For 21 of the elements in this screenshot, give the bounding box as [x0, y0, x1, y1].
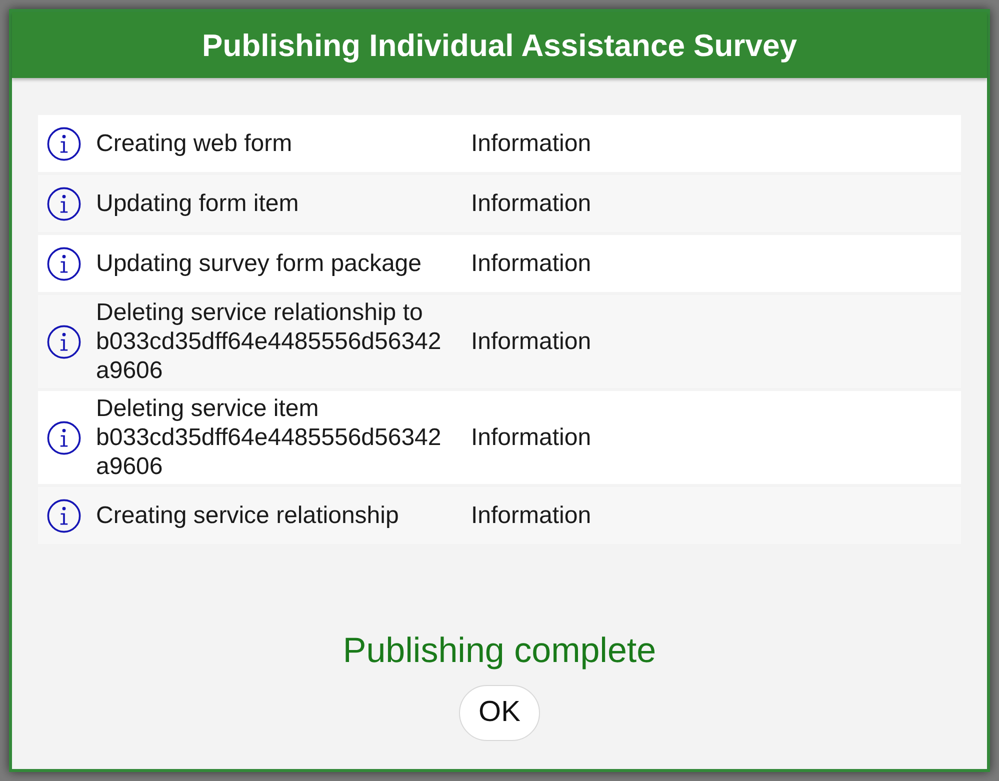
dialog-title: Publishing Individual Assistance Survey: [202, 30, 797, 60]
severity-text: Information: [471, 249, 592, 278]
status-text: Publishing complete: [342, 631, 656, 671]
severity-text: Information: [471, 129, 592, 158]
severity-text: Information: [471, 423, 592, 452]
info-icon: [47, 324, 81, 358]
message-text: Creating web form: [96, 129, 294, 158]
ok-button[interactable]: OK: [459, 685, 540, 741]
info-icon: [47, 246, 81, 280]
info-icon: [47, 186, 81, 220]
severity-text: Information: [471, 501, 592, 530]
message-text: Updating survey form package: [96, 249, 422, 278]
severity-text: Information: [471, 189, 592, 218]
message-text: Updating form item: [96, 189, 300, 218]
message-text: Deleting service relationship to b033cd35dff64e4485556d56342a9606: [96, 298, 442, 385]
info-icon: [47, 498, 81, 532]
info-icon: [47, 126, 81, 160]
info-icon: [47, 420, 81, 454]
severity-text: Information: [471, 327, 592, 356]
message-text: Creating service relationship: [96, 501, 400, 530]
message-text: Deleting service item b033cd35dff64e4485556d56342a9606: [96, 394, 442, 481]
